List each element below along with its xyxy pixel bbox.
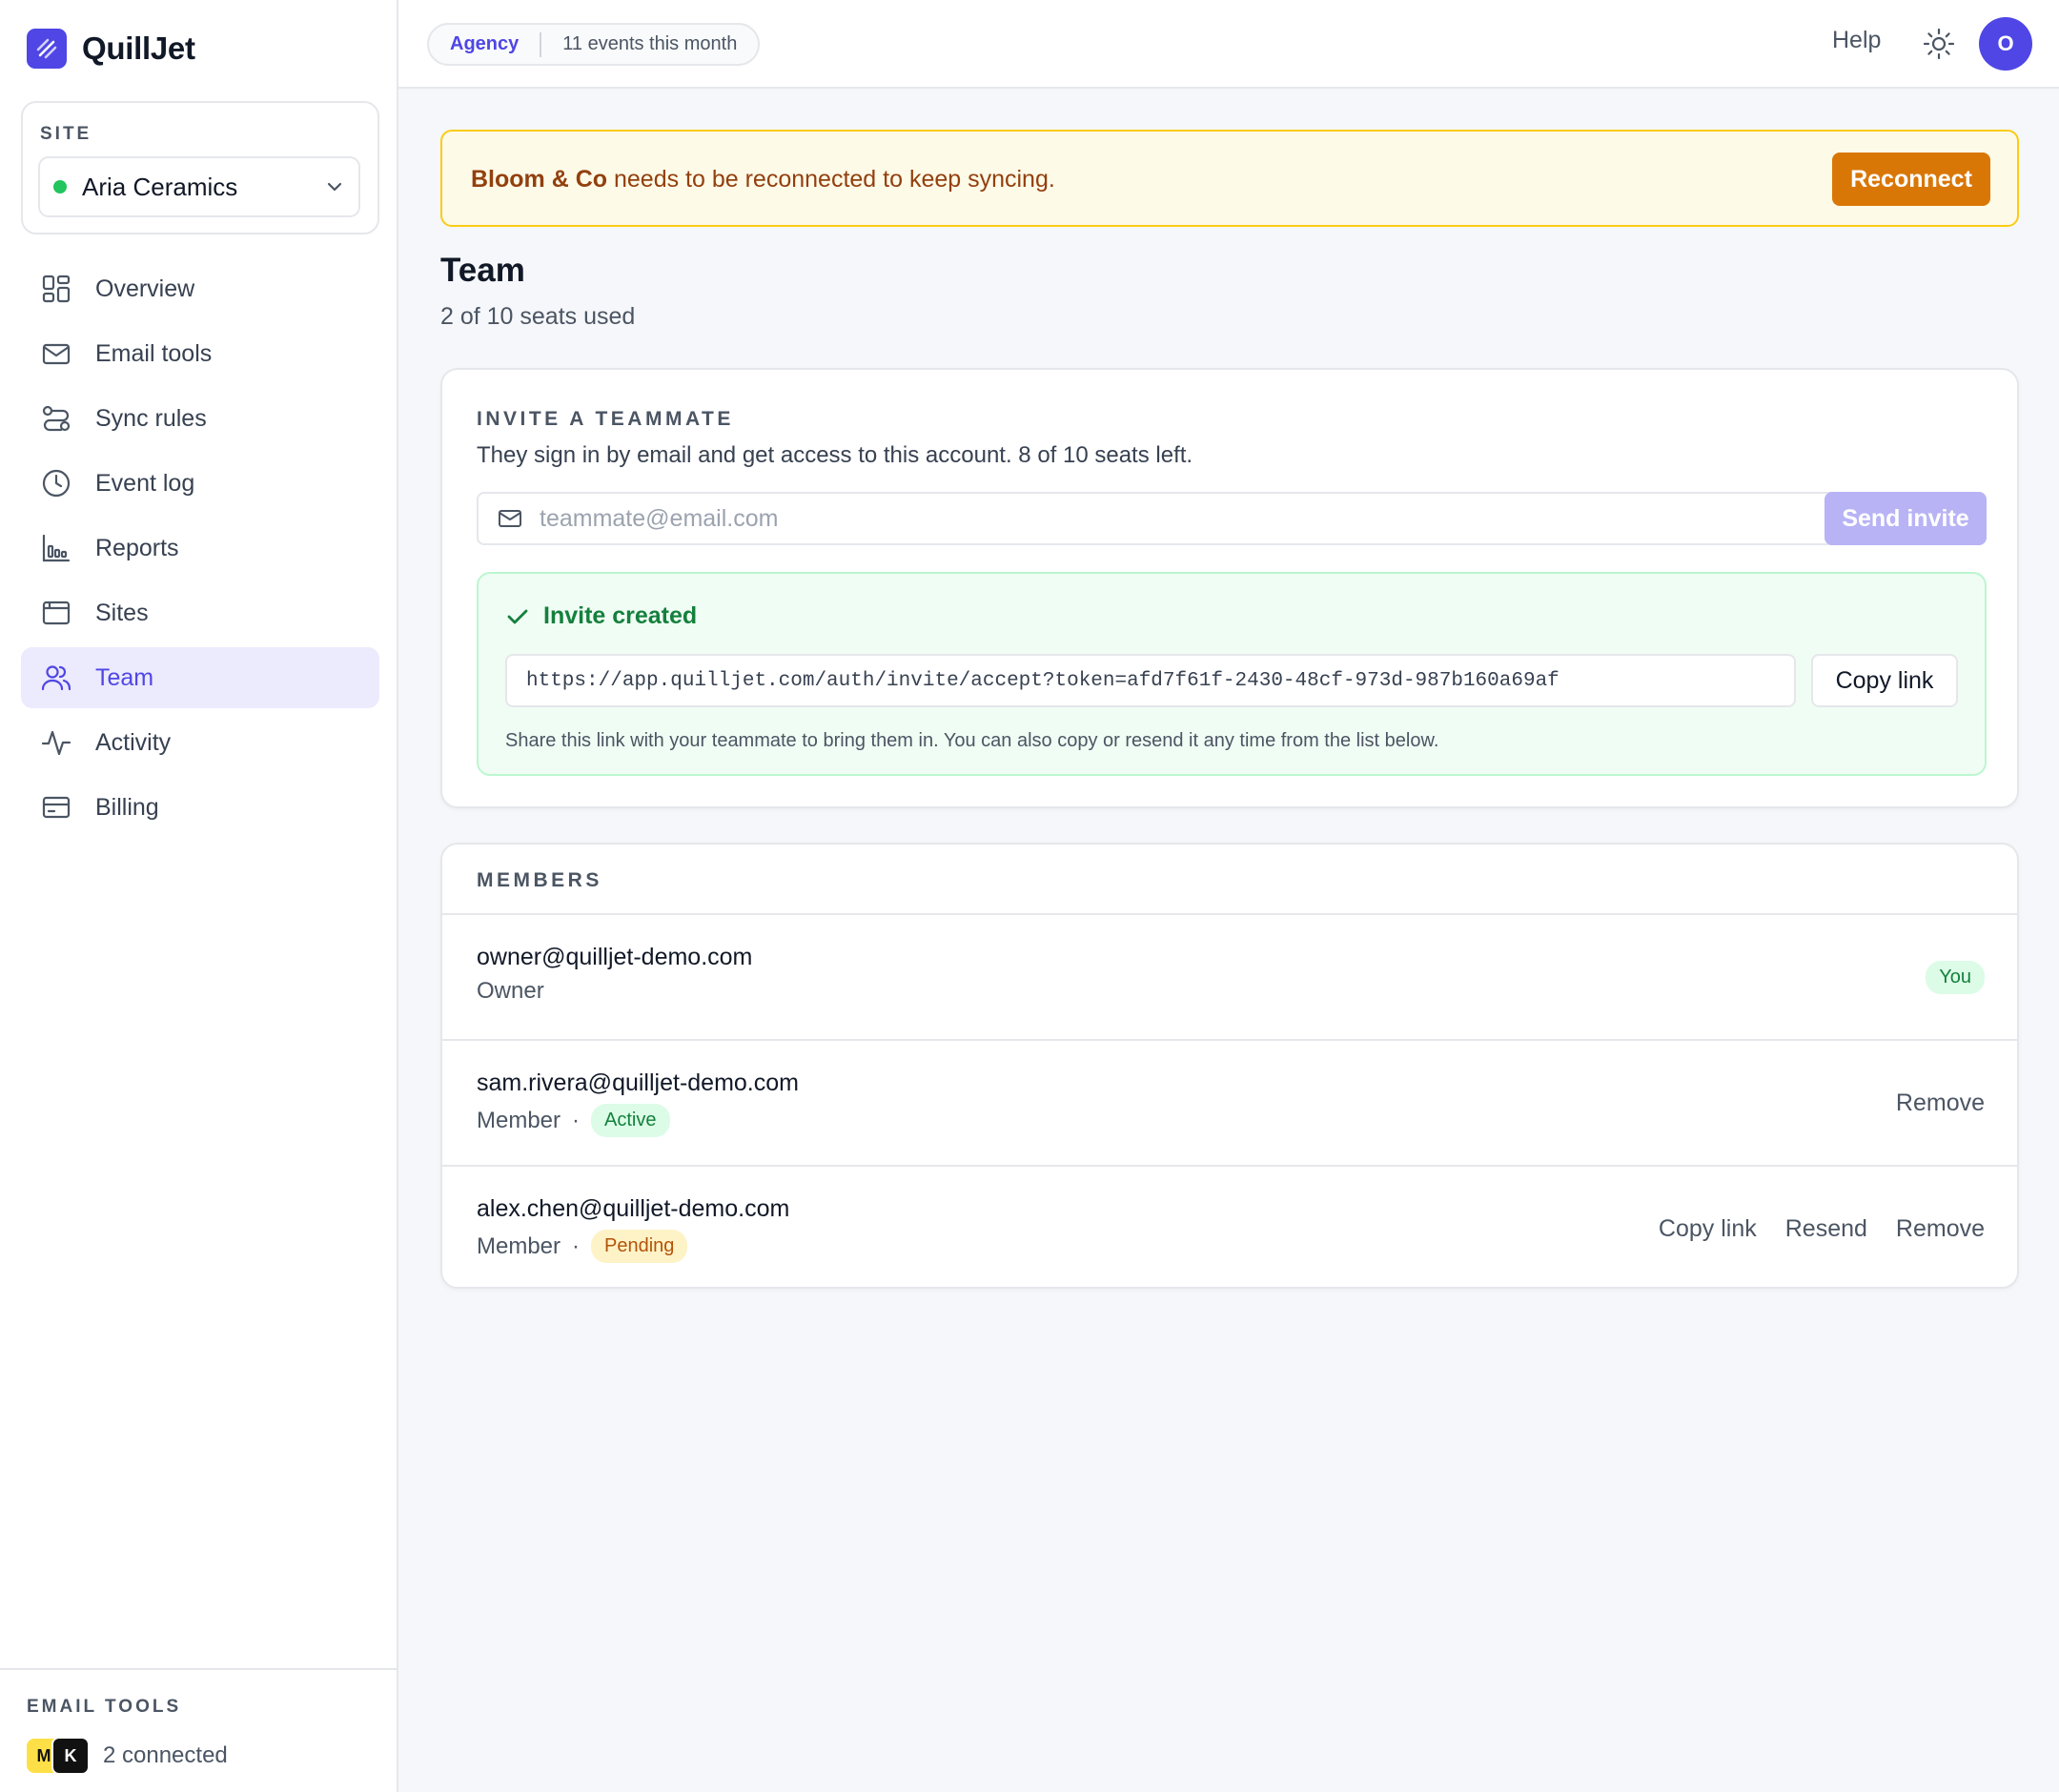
sidebar-item-team[interactable]: Team [21,647,379,708]
member-role: Owner [477,978,544,1004]
sidebar-item-activity[interactable]: Activity [21,712,379,773]
invite-created-title: Invite created [543,602,698,629]
route-icon [40,402,72,435]
member-meta: Member · Active [477,1104,670,1137]
meta-separator: · [572,1232,581,1259]
sidebar-item-label: Email tools [95,339,213,367]
sidebar-item-label: Overview [95,275,195,302]
sidebar-item-sites[interactable]: Sites [21,582,379,643]
member-meta: Owner [477,978,544,1005]
sidebar-item-label: Billing [95,793,159,821]
invite-created-panel: Invite created https://app.quilljet.com/… [477,572,1987,776]
site-picker-card: SITE Aria Ceramics [21,101,379,234]
connected-tools: M K 2 connected [27,1737,228,1775]
sidebar-item-overview[interactable]: Overview [21,258,379,319]
sidebar-item-email-tools[interactable]: Email tools [21,323,379,384]
alert-account-name: Bloom & Co [471,166,608,193]
sidebar-item-label: Reports [95,534,179,561]
sidebar-item-event-log[interactable]: Event log [21,453,379,514]
theme-toggle-button[interactable] [1920,25,1958,63]
site-label: SITE [40,124,92,144]
site-status-dot [53,180,67,193]
sidebar: QuillJet SITE Aria Ceramics Overview Ema… [0,0,398,1792]
sidebar-item-label: Event log [95,469,195,497]
sidebar-item-label: Sync rules [95,404,207,432]
member-row: sam.rivera@quilljet-demo.com Member · Ac… [442,1039,2017,1165]
members-card: MEMBERS owner@quilljet-demo.com Owner Yo… [440,843,2019,1289]
alert-message: Bloom & Co needs to be reconnected to ke… [471,166,1055,193]
member-role: Member [477,1232,561,1259]
invite-email-field[interactable] [477,492,1924,545]
member-email: owner@quilljet-demo.com [477,944,753,970]
chevron-down-icon [324,176,345,197]
quill-logo-icon [27,29,67,69]
members-list: owner@quilljet-demo.com Owner You sam.ri… [442,913,2017,1287]
sidebar-item-label: Team [95,663,154,691]
topbar: Agency 11 events this month Help O [398,0,2059,89]
invite-created-header: Invite created [505,602,697,630]
credit-card-icon [40,791,72,824]
status-badge: Pending [591,1230,688,1263]
invite-card: INVITE A TEAMMATE They sign in by email … [440,368,2019,808]
member-row: alex.chen@quilljet-demo.com Member · Pen… [442,1165,2017,1287]
page-title: Team [440,252,525,289]
check-icon [505,604,530,629]
seats-used: 2 of 10 seats used [440,303,636,330]
sun-icon [1923,28,1955,60]
send-invite-button[interactable]: Send invite [1825,492,1987,545]
member-role: Member [477,1107,561,1133]
member-email: alex.chen@quilljet-demo.com [477,1195,790,1222]
status-badge: Active [591,1104,670,1137]
plan-name: Agency [450,33,520,54]
reconnect-button[interactable]: Reconnect [1832,153,1990,206]
site-name: Aria Ceramics [82,172,238,201]
sidebar-nav: Overview Email tools Sync rules Event lo… [21,258,379,842]
app-name: QuillJet [82,31,195,66]
invite-description: They sign in by email and get access to … [477,442,1193,468]
meta-separator: · [572,1107,581,1133]
users-icon [40,662,72,694]
copy-invite-link-button[interactable]: Copy link [1659,1215,1757,1243]
events-count: 11 events this month [562,33,738,54]
brand[interactable]: QuillJet [27,29,195,69]
invite-section-label: INVITE A TEAMMATE [477,408,734,430]
bar-chart-icon [40,532,72,564]
invite-email-input[interactable] [540,504,1912,533]
member-actions: You [1926,915,1985,1039]
site-select[interactable]: Aria Ceramics [38,156,360,217]
sidebar-item-billing[interactable]: Billing [21,777,379,838]
you-badge: You [1926,960,1985,994]
invite-link-field[interactable]: https://app.quilljet.com/auth/invite/acc… [505,654,1796,707]
share-note: Share this link with your teammate to br… [505,730,1439,751]
alert-text: needs to be reconnected to keep syncing. [607,166,1055,193]
email-tools-label: EMAIL TOOLS [27,1697,182,1717]
member-meta: Member · Pending [477,1230,688,1263]
member-actions: Copy link Resend Remove [1659,1167,1985,1287]
reconnect-alert: Bloom & Co needs to be reconnected to ke… [440,130,2019,227]
email-tools-footer[interactable]: EMAIL TOOLS M K 2 connected [0,1668,397,1792]
member-email: sam.rivera@quilljet-demo.com [477,1069,799,1096]
member-actions: Remove [1896,1041,1985,1165]
sidebar-item-label: Sites [95,599,149,626]
members-section-label: MEMBERS [477,869,602,891]
remove-member-button[interactable]: Remove [1896,1089,1985,1117]
avatar[interactable]: O [1979,17,2032,71]
activity-pulse-icon [40,726,72,759]
clock-icon [40,467,72,499]
sidebar-item-sync-rules[interactable]: Sync rules [21,388,379,449]
sidebar-item-label: Activity [95,728,172,756]
connected-count: 2 connected [103,1742,228,1768]
mail-icon [40,337,72,370]
copy-link-button[interactable]: Copy link [1811,654,1958,707]
remove-member-button[interactable]: Remove [1896,1215,1985,1243]
plan-pill[interactable]: Agency 11 events this month [427,23,761,66]
sidebar-item-reports[interactable]: Reports [21,518,379,579]
resend-invite-button[interactable]: Resend [1785,1215,1867,1243]
member-row: owner@quilljet-demo.com Owner You [442,913,2017,1039]
browser-window-icon [40,597,72,629]
grid-icon [40,273,72,305]
help-link[interactable]: Help [1832,27,1881,54]
tool-badge-k: K [51,1737,90,1775]
mail-icon [498,506,522,531]
